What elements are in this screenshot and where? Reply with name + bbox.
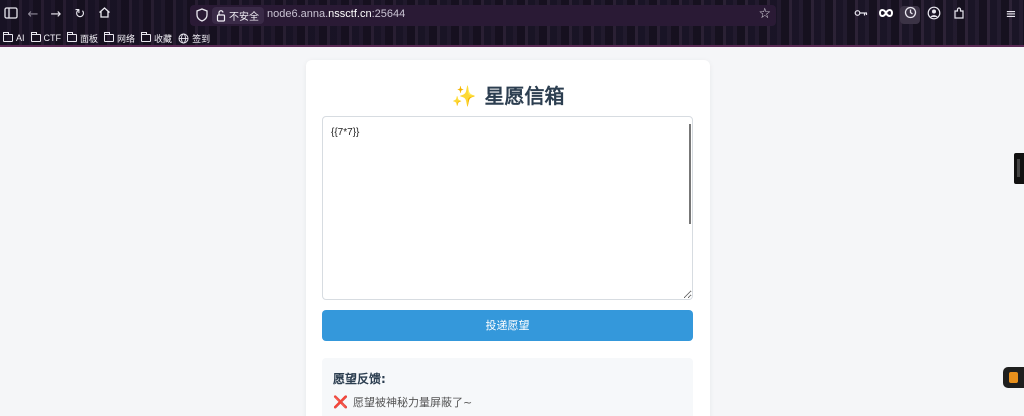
folder-icon: [30, 32, 41, 42]
feedback-panel: 愿望反馈: ❌ 愿望被神秘力量屏蔽了~: [322, 358, 693, 416]
bookmarks-bar: AI CTF 面板 网络 收藏 签到: [0, 30, 213, 46]
folder-icon: [104, 32, 115, 42]
forward-icon[interactable]: →: [47, 6, 65, 24]
history-icon[interactable]: [900, 6, 920, 24]
bookmark-label: AI: [16, 33, 25, 43]
wish-textarea[interactable]: {{7*7}}: [322, 116, 693, 300]
bookmark-label: CTF: [43, 33, 62, 43]
folder-icon: [3, 32, 13, 42]
bookmark-folder-favorites[interactable]: 收藏: [138, 32, 175, 45]
bookmark-label: 收藏: [154, 33, 173, 44]
url-suffix: :25644: [371, 8, 406, 20]
url-text[interactable]: node6.anna.nssctf.cn:25644: [267, 8, 405, 20]
infinity-extension-icon[interactable]: [877, 6, 895, 24]
extensions-icon[interactable]: [950, 6, 968, 24]
reload-icon[interactable]: ↻: [71, 6, 89, 24]
side-panel-tab[interactable]: [1014, 153, 1024, 184]
account-icon[interactable]: [925, 6, 943, 24]
page-title: ✨ 星愿信箱: [306, 80, 710, 109]
bookmark-folder-ctf[interactable]: CTF: [28, 32, 65, 43]
feedback-message-row: ❌ 愿望被神秘力量屏蔽了~: [333, 394, 472, 410]
wish-card: ✨ 星愿信箱 {{7*7}} 投递愿望 愿望反馈: ❌ 愿望被神秘力量屏蔽了~: [306, 60, 710, 416]
error-cross-icon: ❌: [333, 395, 348, 409]
submit-wish-button[interactable]: 投递愿望: [322, 310, 693, 341]
folder-icon: [141, 32, 152, 42]
bookmark-folder-network[interactable]: 网络: [101, 32, 138, 45]
key-icon[interactable]: [852, 6, 870, 24]
globe-icon: [178, 33, 189, 43]
browser-toolbar: ← → ↻ 不安全 node6.anna.nssctf.cn:25644 ☆ ≡: [0, 0, 1024, 30]
bookmark-checkin[interactable]: 签到: [175, 32, 213, 45]
shield-icon[interactable]: [195, 7, 211, 24]
sparkle-icon: ✨: [451, 84, 477, 108]
home-icon[interactable]: [95, 6, 113, 24]
url-prefix: node6.anna.: [267, 8, 329, 20]
security-label: 不安全: [229, 12, 259, 23]
bookmark-star-icon[interactable]: ☆: [758, 6, 771, 22]
bookmark-label: 签到: [192, 33, 211, 44]
url-domain: nssctf.cn: [328, 8, 372, 20]
bookmark-folder-panel[interactable]: 面板: [64, 32, 101, 45]
insecure-connection-chip[interactable]: 不安全: [212, 7, 264, 24]
folder-icon: [67, 32, 78, 42]
address-bar[interactable]: 不安全 node6.anna.nssctf.cn:25644 ☆: [190, 5, 776, 26]
bookmark-label: 面板: [80, 33, 99, 44]
unlocked-padlock-icon: [216, 9, 226, 22]
feedback-title: 愿望反馈:: [333, 372, 386, 386]
menu-icon[interactable]: ≡: [1002, 6, 1020, 24]
sidebar-toggle-icon[interactable]: [2, 6, 20, 24]
bookmark-label: 网络: [117, 33, 136, 44]
browser-chrome: ← → ↻ 不安全 node6.anna.nssctf.cn:25644 ☆ ≡…: [0, 0, 1024, 47]
bookmark-folder-ai[interactable]: AI: [0, 32, 28, 43]
textarea-scrollbar[interactable]: [689, 124, 691, 224]
back-icon[interactable]: ←: [24, 6, 42, 24]
floating-extension-icon[interactable]: [1003, 367, 1024, 388]
feedback-message: 愿望被神秘力量屏蔽了~: [352, 396, 473, 409]
page-title-text: 星愿信箱: [484, 84, 565, 108]
